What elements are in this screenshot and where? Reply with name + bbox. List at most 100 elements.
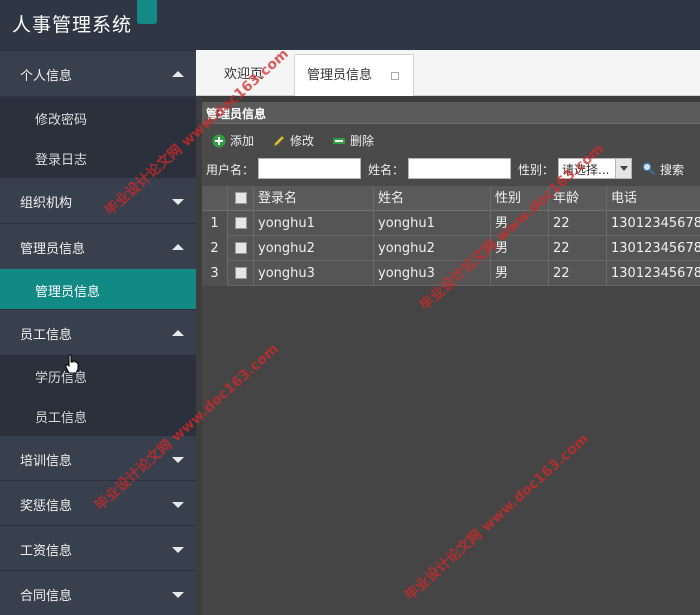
- cell-age: 22: [549, 236, 607, 261]
- table-row[interactable]: 3 yonghu3 yonghu3 男 22 13012345678: [202, 261, 700, 286]
- expand-down-icon: [172, 502, 184, 508]
- toolbar: 添加 修改 删除: [202, 128, 700, 154]
- sidebar-group-label: 合同信息: [20, 589, 73, 604]
- row-number-header: [202, 186, 228, 211]
- expand-down-icon: [172, 199, 184, 205]
- sidebar-item-education[interactable]: 学历信息: [0, 355, 196, 395]
- column-header-login[interactable]: 登录名: [254, 186, 374, 211]
- magnifier-icon: [642, 162, 655, 175]
- panel-title: 管理员信息: [202, 102, 700, 124]
- search-button-label: 搜索: [660, 163, 685, 177]
- collapse-up-icon: [172, 330, 184, 336]
- sidebar-item-admin-info[interactable]: 管理员信息: [0, 269, 196, 309]
- gender-label: 性别：: [518, 163, 555, 177]
- search-button[interactable]: 搜索: [642, 161, 684, 178]
- cell-name: yonghu2: [374, 236, 491, 261]
- sidebar-group-label: 员工信息: [20, 328, 73, 343]
- table-empty-area: [202, 286, 700, 615]
- sidebar-item-employee-info[interactable]: 员工信息: [0, 395, 196, 435]
- sidebar-group-label: 工资信息: [20, 544, 73, 559]
- sidebar-group-employee[interactable]: 员工信息: [0, 309, 196, 355]
- checkbox-icon: [235, 192, 247, 204]
- cell-gender: 男: [491, 236, 549, 261]
- tab-welcome[interactable]: 欢迎页: [212, 54, 275, 96]
- main-area: 欢迎页 管理员信息 管理员信息 添加 修改 删除 用户名： 姓名： 性别： 请选…: [196, 50, 700, 615]
- sidebar-group-rewards[interactable]: 奖惩信息: [0, 480, 196, 526]
- admin-panel: 管理员信息 添加 修改 删除 用户名： 姓名： 性别： 请选择... 搜索 登录…: [202, 102, 700, 615]
- delete-button[interactable]: 删除: [330, 132, 374, 150]
- pencil-icon: [273, 135, 285, 147]
- delete-button-label: 删除: [350, 134, 375, 148]
- expand-down-icon: [172, 547, 184, 553]
- row-number: 2: [202, 236, 228, 261]
- sidebar-item-label: 员工信息: [35, 411, 88, 426]
- gender-select[interactable]: 请选择...: [558, 158, 632, 179]
- edit-button-label: 修改: [290, 134, 315, 148]
- name-label: 姓名：: [368, 163, 405, 177]
- cell-phone: 13012345678: [611, 241, 700, 256]
- add-button-label: 添加: [230, 134, 255, 148]
- collapse-up-icon: [172, 71, 184, 77]
- tab-label: 管理员信息: [307, 68, 373, 83]
- row-checkbox[interactable]: [228, 236, 254, 261]
- column-header-name[interactable]: 姓名: [374, 186, 491, 211]
- expand-down-icon: [172, 592, 184, 598]
- row-number: 1: [202, 211, 228, 236]
- row-number: 3: [202, 261, 228, 286]
- cell-phone: 13012345678: [611, 216, 700, 231]
- sidebar: 个人信息 修改密码 登录日志 组织机构 管理员信息 管理员信息 员工信息 学历信…: [0, 50, 196, 615]
- username-input[interactable]: [258, 158, 361, 179]
- collapse-up-icon: [172, 244, 184, 250]
- search-bar: 用户名： 姓名： 性别： 请选择... 搜索: [202, 156, 700, 182]
- panel-title-text: 管理员信息: [206, 107, 267, 121]
- edit-button[interactable]: 修改: [270, 132, 314, 150]
- gender-select-value: 请选择...: [562, 163, 610, 177]
- cell-gender: 男: [491, 211, 549, 236]
- close-tab-icon[interactable]: [391, 72, 399, 80]
- checkbox-icon: [235, 267, 247, 279]
- add-button[interactable]: 添加: [210, 132, 254, 150]
- sidebar-group-organization[interactable]: 组织机构: [0, 177, 196, 223]
- cell-login: yonghu1: [254, 211, 374, 236]
- column-header-age[interactable]: 年龄: [549, 186, 607, 211]
- sidebar-group-label: 个人信息: [20, 69, 73, 84]
- row-checkbox[interactable]: [228, 261, 254, 286]
- cell-age: 22: [549, 211, 607, 236]
- sidebar-group-label: 奖惩信息: [20, 499, 73, 514]
- hand-cursor-icon: [65, 354, 79, 374]
- table-row[interactable]: 2 yonghu2 yonghu2 男 22 13012345678: [202, 236, 700, 261]
- column-header-gender[interactable]: 性别: [491, 186, 549, 211]
- tab-admin-info[interactable]: 管理员信息: [294, 54, 414, 96]
- cell-login: yonghu3: [254, 261, 374, 286]
- select-all-checkbox[interactable]: [228, 186, 254, 211]
- cell-gender: 男: [491, 261, 549, 286]
- column-header-phone[interactable]: 电话: [607, 186, 700, 211]
- sidebar-group-personal[interactable]: 个人信息: [0, 50, 196, 96]
- sidebar-item-login-log[interactable]: 登录日志: [0, 137, 196, 177]
- row-checkbox[interactable]: [228, 211, 254, 236]
- sidebar-group-training[interactable]: 培训信息: [0, 435, 196, 481]
- cell-age: 22: [549, 261, 607, 286]
- sidebar-group-admin[interactable]: 管理员信息: [0, 223, 196, 269]
- app-title: 人事管理系统: [12, 14, 133, 36]
- sidebar-item-change-password[interactable]: 修改密码: [0, 97, 196, 137]
- sidebar-group-label: 培训信息: [20, 454, 73, 469]
- header-accent-tab: [137, 0, 157, 24]
- chevron-down-icon: [615, 159, 631, 178]
- tab-bar: 欢迎页 管理员信息: [196, 50, 700, 96]
- cell-login: yonghu2: [254, 236, 374, 261]
- sidebar-group-label: 管理员信息: [20, 242, 86, 257]
- name-input[interactable]: [408, 158, 511, 179]
- table-row[interactable]: 1 yonghu1 yonghu1 男 22 13012345678: [202, 211, 700, 236]
- minus-icon: [333, 138, 345, 144]
- cell-name: yonghu3: [374, 261, 491, 286]
- cell-name: yonghu1: [374, 211, 491, 236]
- checkbox-icon: [235, 242, 247, 254]
- sidebar-group-salary[interactable]: 工资信息: [0, 525, 196, 571]
- sidebar-group-contract[interactable]: 合同信息: [0, 570, 196, 615]
- table-header: 登录名 姓名 性别 年龄 电话: [202, 186, 700, 211]
- sidebar-item-label: 管理员信息: [35, 285, 101, 300]
- plus-icon: [212, 134, 226, 148]
- username-label: 用户名：: [206, 163, 255, 177]
- sidebar-item-label: 登录日志: [35, 153, 88, 168]
